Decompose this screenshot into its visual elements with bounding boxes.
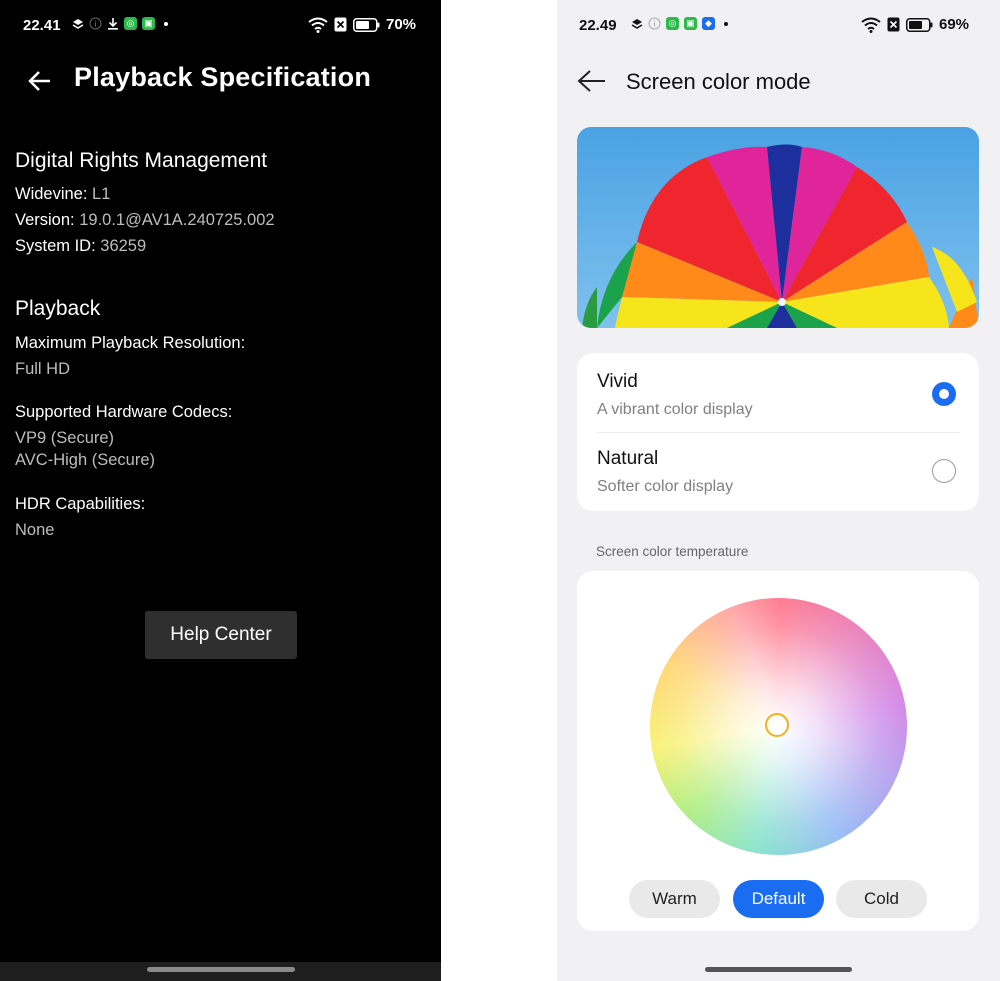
page-title: Screen color mode xyxy=(626,69,811,94)
home-gesture-handle[interactable] xyxy=(147,967,295,972)
app-notification-icon: ◎ xyxy=(124,17,137,30)
no-sim-icon xyxy=(334,17,347,32)
codecs-label: Supported Hardware Codecs: xyxy=(15,403,233,421)
notification-icons: ◎ ▣ xyxy=(72,17,168,30)
app-notification-icon: ▣ xyxy=(684,17,697,30)
color-temperature-card: Warm Default Cold xyxy=(577,571,979,931)
notification-icons: ◎ ▣ ◆ xyxy=(631,17,728,30)
mode-description: A vibrant color display xyxy=(597,401,753,418)
status-time: 22.49 xyxy=(579,17,617,34)
codec-item: AVC-High (Secure) xyxy=(15,451,155,469)
preview-image xyxy=(577,127,979,328)
wifi-icon xyxy=(308,17,328,33)
battery-icon xyxy=(906,17,933,32)
no-sim-icon xyxy=(887,17,900,32)
codec-item: VP9 (Secure) xyxy=(15,429,115,447)
status-bar: 22.49 ◎ ▣ ◆ 69% xyxy=(557,0,1000,50)
status-bar: 22.41 ◎ ▣ 70% xyxy=(0,0,441,50)
screen-color-mode-screen: 22.49 ◎ ▣ ◆ 69% Screen color mode Vivid … xyxy=(557,0,1000,981)
layers-icon xyxy=(72,18,84,29)
version-label: Version: xyxy=(15,211,75,229)
layers-icon xyxy=(631,18,643,29)
wifi-icon xyxy=(861,17,881,33)
widevine-value: L1 xyxy=(92,185,111,203)
color-temperature-label: Screen color temperature xyxy=(596,544,749,559)
system-id-value: 36259 xyxy=(100,237,147,255)
default-button[interactable]: Default xyxy=(733,880,824,918)
drm-heading: Digital Rights Management xyxy=(15,149,268,172)
system-icons: 69% xyxy=(861,16,969,33)
info-icon xyxy=(648,17,661,30)
widevine-label: Widevine: xyxy=(15,185,88,203)
back-arrow-icon[interactable] xyxy=(28,66,52,96)
vivid-radio-button[interactable] xyxy=(932,382,956,406)
more-notifications-icon xyxy=(724,21,728,26)
home-gesture-handle[interactable] xyxy=(705,967,852,972)
version-row: Version: 19.0.1@AV1A.240725.002 xyxy=(15,211,275,230)
battery-icon xyxy=(353,17,380,32)
battery-percent: 70% xyxy=(386,16,417,33)
system-id-label: System ID: xyxy=(15,237,96,255)
mode-option-natural[interactable]: Natural Softer color display xyxy=(597,448,733,496)
hdr-value: None xyxy=(15,521,55,539)
app-notification-icon: ◆ xyxy=(702,17,715,30)
hdr-label: HDR Capabilities: xyxy=(15,495,146,513)
app-notification-icon: ◎ xyxy=(666,17,679,30)
mode-description: Softer color display xyxy=(597,478,734,495)
playback-spec-screen: 22.41 ◎ ▣ 70% Playback Specification Dig… xyxy=(0,0,441,981)
more-notifications-icon xyxy=(164,21,168,26)
parachute-illustration xyxy=(577,127,979,328)
page-title: Playback Specification xyxy=(74,62,372,92)
battery-percent: 69% xyxy=(939,16,970,33)
widevine-row: Widevine: L1 xyxy=(15,185,110,204)
download-icon xyxy=(108,18,118,30)
system-icons: 70% xyxy=(308,16,416,33)
back-arrow-icon[interactable] xyxy=(577,68,607,94)
max-resolution-value: Full HD xyxy=(15,360,71,378)
cold-button[interactable]: Cold xyxy=(836,880,927,918)
warm-button[interactable]: Warm xyxy=(629,880,720,918)
version-value: 19.0.1@AV1A.240725.002 xyxy=(79,211,275,229)
natural-radio-button[interactable] xyxy=(932,459,956,483)
info-icon xyxy=(89,17,102,30)
color-mode-card: Vivid A vibrant color display Natural So… xyxy=(577,353,979,511)
mode-name: Natural xyxy=(597,448,659,469)
help-center-button[interactable]: Help Center xyxy=(145,611,297,659)
max-resolution-label: Maximum Playback Resolution: xyxy=(15,334,246,352)
app-notification-icon: ▣ xyxy=(142,17,155,30)
playback-heading: Playback xyxy=(15,297,101,320)
system-id-row: System ID: 36259 xyxy=(15,237,146,256)
mode-option-vivid[interactable]: Vivid A vibrant color display xyxy=(597,371,753,419)
divider xyxy=(597,432,959,433)
color-wheel-handle[interactable] xyxy=(765,713,789,737)
mode-name: Vivid xyxy=(597,371,638,392)
status-time: 22.41 xyxy=(23,17,61,34)
